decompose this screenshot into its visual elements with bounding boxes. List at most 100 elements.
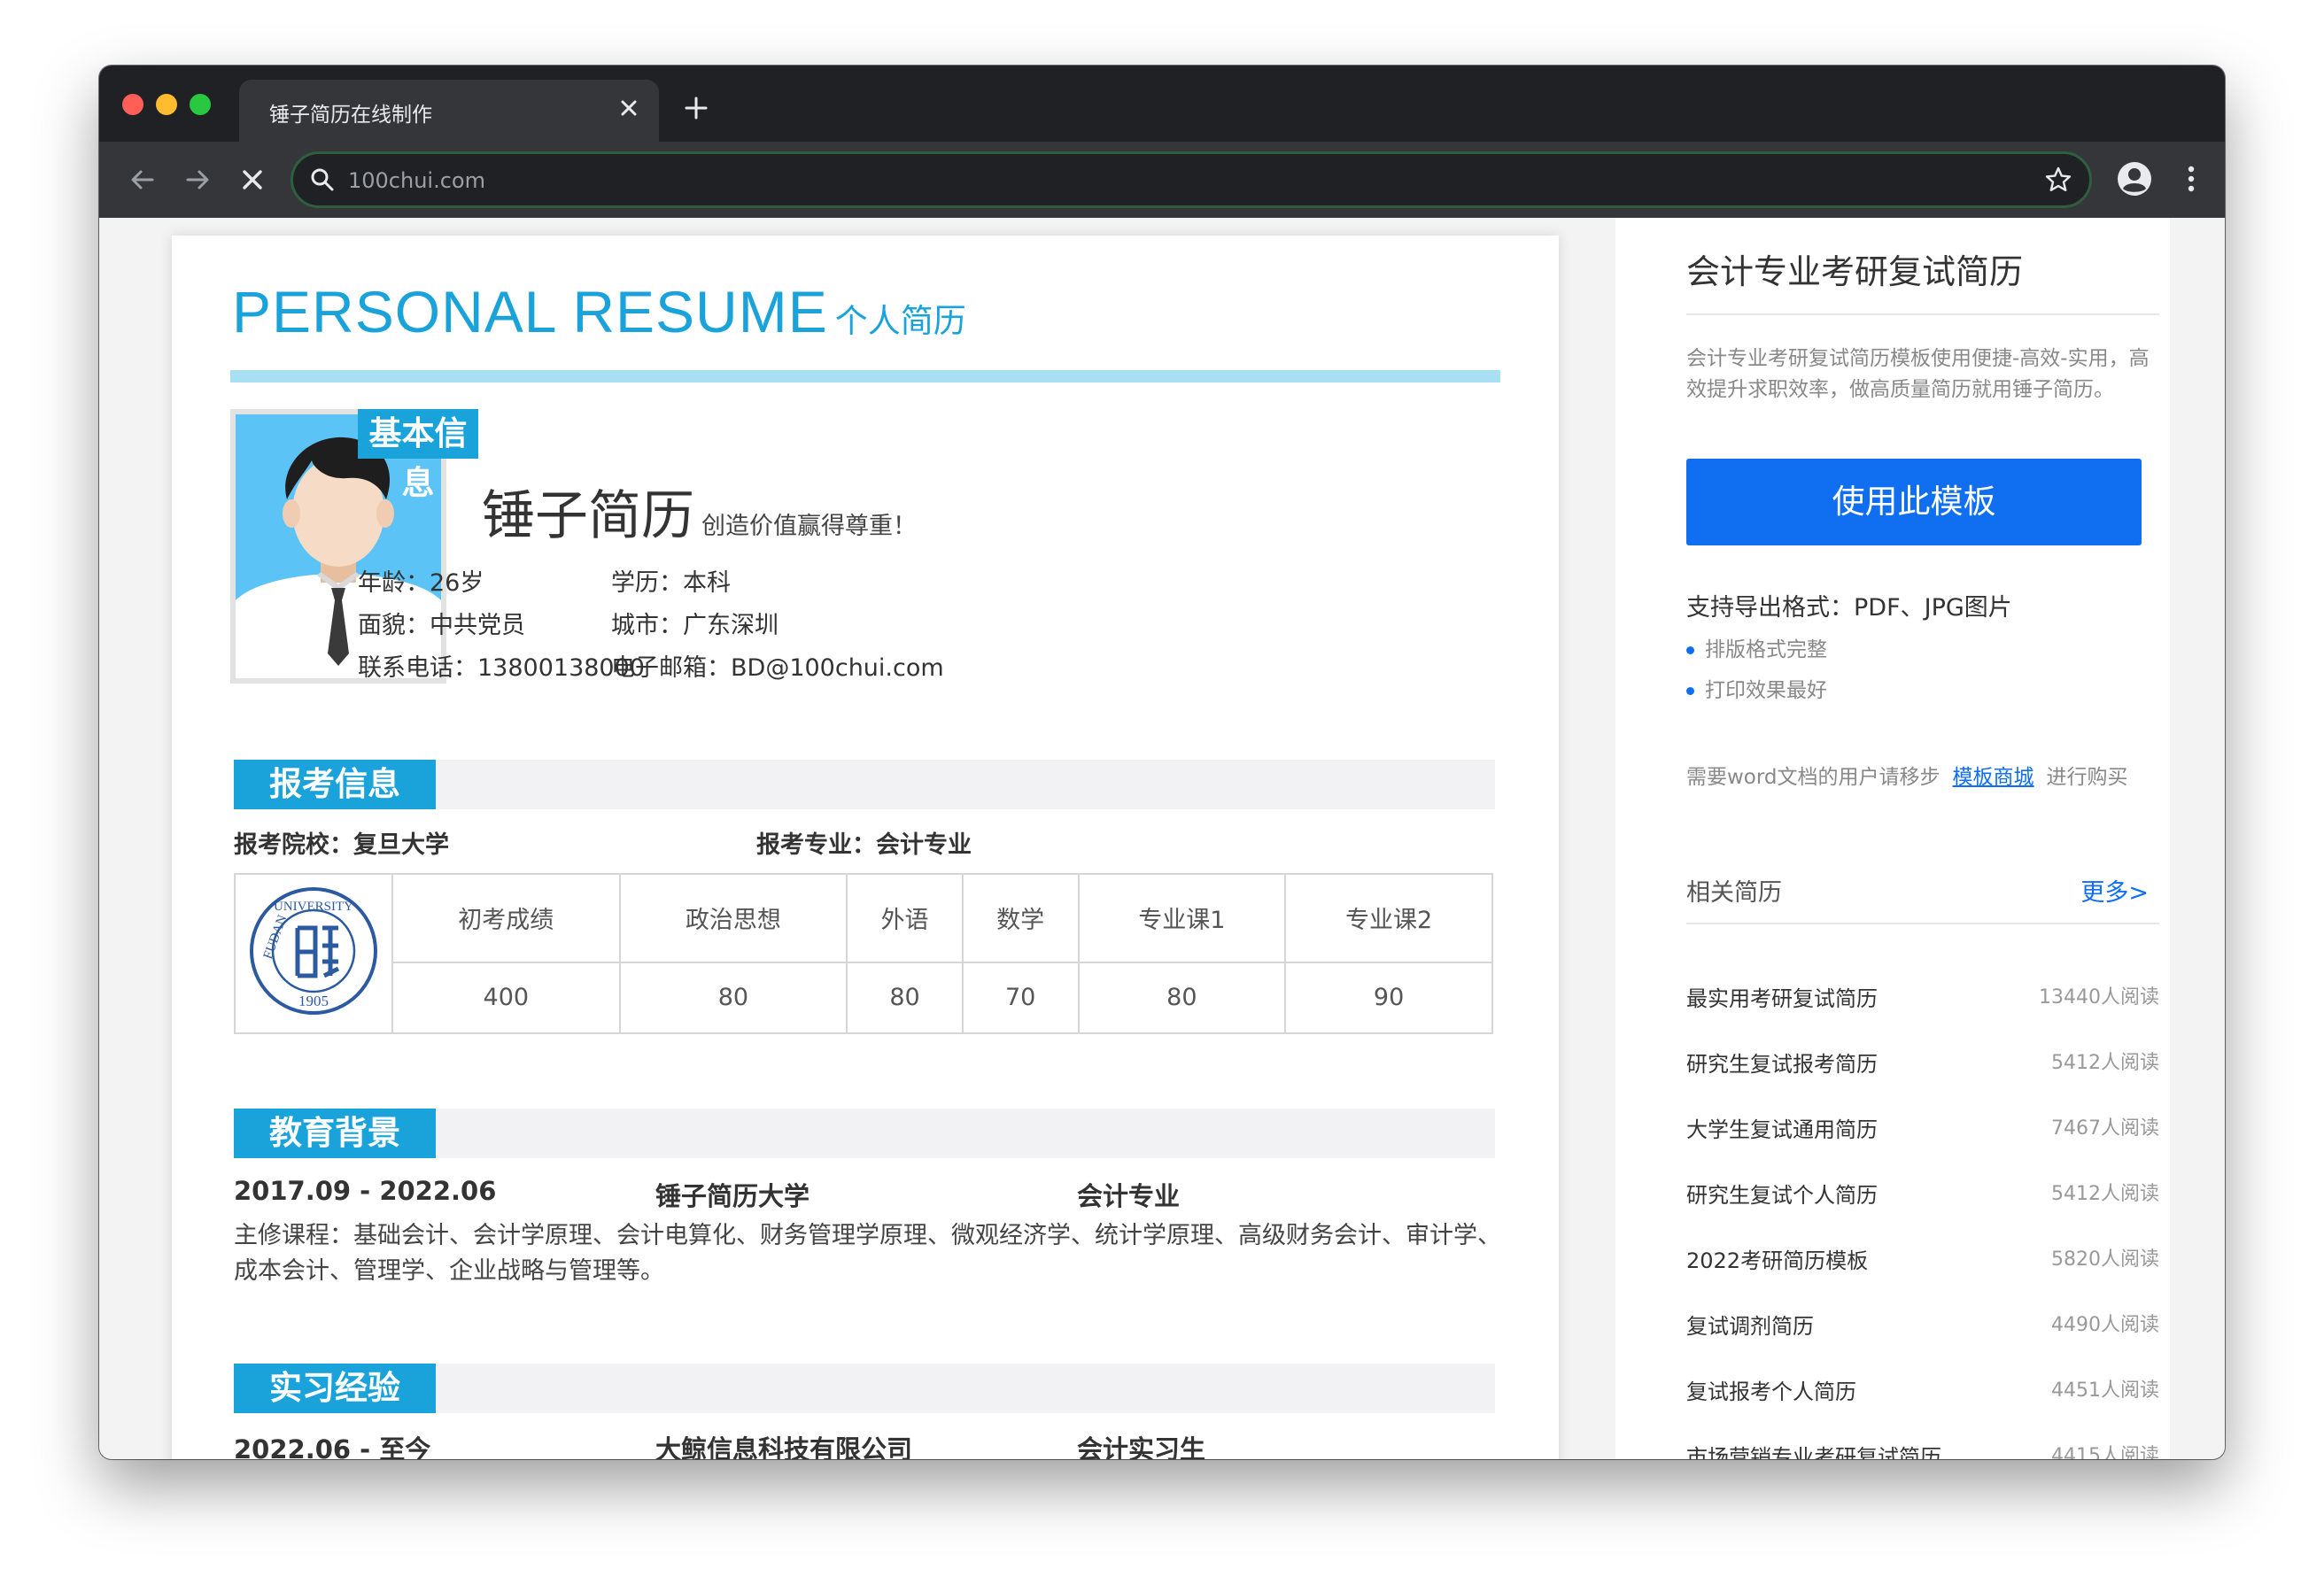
tab-bar: 锤子简历在线制作 [99, 66, 2225, 142]
score-header-cell: 初考成绩 [391, 873, 621, 963]
stop-loading-icon[interactable] [234, 161, 271, 198]
related-item[interactable]: 2022考研简历模板 5820人阅读 [1686, 1243, 2159, 1279]
back-arrow-icon[interactable] [124, 161, 161, 198]
related-item-name[interactable]: 2022考研简历模板 [1686, 1243, 1868, 1274]
apply-heading: 报考信息 [234, 760, 436, 809]
info-city: 城市：广东深圳 [611, 612, 779, 639]
related-item[interactable]: 研究生复试报考简历 5412人阅读 [1686, 1047, 2159, 1082]
apply-major: 报考专业：会计专业 [756, 831, 972, 859]
related-item-count: 5412人阅读 [2051, 1052, 2159, 1074]
candidate-name: 锤子简历 创造价值赢得尊重！ [482, 473, 917, 550]
browser-tab[interactable]: 锤子简历在线制作 [239, 80, 659, 142]
related-item-name[interactable]: 研究生复试个人简历 [1686, 1178, 1878, 1209]
more-link[interactable]: 更多> [2080, 873, 2149, 908]
word-notice-suffix: 进行购买 [2046, 766, 2128, 789]
new-tab-icon[interactable] [680, 92, 712, 124]
close-window-button[interactable] [122, 94, 143, 115]
intern-period: 2022.06 - 至今 [234, 1434, 431, 1459]
related-item[interactable]: 复试报考个人简历 4451人阅读 [1686, 1374, 2159, 1410]
basic-info-heading: 基本信息 [358, 409, 478, 502]
export-formats: 支持导出格式：PDF、JPG图片 [1686, 594, 2012, 622]
close-tab-icon[interactable] [613, 92, 645, 124]
intern-heading: 实习经验 [234, 1364, 436, 1413]
related-item-count: 5820人阅读 [2051, 1248, 2159, 1271]
template-store-link[interactable]: 模板商城 [1953, 766, 2034, 789]
svg-text:FUDAN: FUDAN [261, 913, 290, 961]
resume-title-zh: 个人简历 [834, 302, 966, 340]
template-sidebar: 会计专业考研复试简历 会计专业考研复试简历模板使用便捷-高效-实用，高效提升求职… [1615, 218, 2170, 1459]
word-notice-prefix: 需要word文档的用户请移步 [1686, 766, 1941, 789]
related-divider [1686, 923, 2159, 924]
info-politics: 面貌：中共党员 [358, 612, 525, 639]
url-text[interactable]: 100chui.com [348, 168, 485, 193]
related-item[interactable]: 最实用考研复试简历 13440人阅读 [1686, 981, 2159, 1016]
forward-arrow-icon[interactable] [179, 161, 216, 198]
related-item[interactable]: 复试调剂简历 4490人阅读 [1686, 1309, 2159, 1344]
related-item-name[interactable]: 研究生复试报考简历 [1686, 1047, 1878, 1078]
score-header-cell: 外语 [846, 873, 964, 963]
browser-toolbar: 100chui.com [99, 142, 2225, 218]
template-description: 会计专业考研复试简历模板使用便捷-高效-实用，高效提升求职效率，做高质量简历就用… [1686, 347, 2150, 401]
address-bar[interactable]: 100chui.com [290, 151, 2092, 208]
feature-bullet: 排版格式完整 [1686, 632, 1827, 662]
score-value-cell: 80 [846, 961, 964, 1035]
related-item-name[interactable]: 大学生复试通用简历 [1686, 1112, 1878, 1143]
related-item-name[interactable]: 复试调剂简历 [1686, 1309, 1814, 1340]
related-item[interactable]: 市场营销专业考研复试简历 4415人阅读 [1686, 1440, 2159, 1459]
candidate-name-text: 锤子简历 [482, 485, 694, 547]
bullet-dot-icon [1686, 687, 1694, 695]
info-education: 学历：本科 [611, 569, 731, 597]
resume-title-en: PERSONAL RESUME [232, 279, 828, 344]
related-item-name[interactable]: 最实用考研复试简历 [1686, 981, 1878, 1012]
feature-bullet-text: 排版格式完整 [1705, 638, 1827, 661]
svg-text:1905: 1905 [298, 993, 329, 1009]
use-template-button[interactable]: 使用此模板 [1686, 459, 2142, 545]
related-item-name[interactable]: 复试报考个人简历 [1686, 1374, 1856, 1405]
university-logo-cell: UNIVERSITY FUDAN 1905 [234, 873, 393, 1034]
score-value-cell: 400 [391, 961, 621, 1035]
intern-company: 大鲸信息科技有限公司 [655, 1434, 913, 1459]
score-value-cell: 80 [618, 961, 848, 1035]
related-item-count: 4415人阅读 [2051, 1445, 2159, 1459]
intern-role: 会计实习生 [1077, 1434, 1206, 1459]
score-header-cell: 专业课1 [1077, 873, 1287, 963]
score-header-cell: 数学 [961, 873, 1080, 963]
info-email: 电子邮箱：BD@100chui.com [611, 654, 944, 682]
bookmark-star-icon[interactable] [2043, 165, 2073, 195]
score-header-cell: 专业课2 [1284, 873, 1493, 963]
profile-avatar-icon[interactable] [2115, 159, 2154, 198]
score-value-cell: 70 [961, 961, 1080, 1035]
edu-school: 锤子简历大学 [655, 1181, 810, 1211]
title-underline [230, 370, 1500, 383]
score-header-cell: 政治思想 [618, 873, 848, 963]
related-item-count: 5412人阅读 [2051, 1183, 2159, 1205]
resume-preview: PERSONAL RESUME 个人简历 基本信息 锤子简历 创造价值赢得尊重！… [172, 236, 1559, 1459]
edu-major: 会计专业 [1077, 1181, 1181, 1211]
related-heading: 相关简历 [1686, 879, 1782, 907]
related-item[interactable]: 研究生复试个人简历 5412人阅读 [1686, 1178, 2159, 1213]
feature-bullet: 打印效果最好 [1686, 673, 1827, 703]
related-item-count: 13440人阅读 [2039, 986, 2159, 1009]
related-item-count: 4490人阅读 [2051, 1314, 2159, 1336]
university-seal-icon: UNIVERSITY FUDAN 1905 [250, 886, 377, 1015]
edu-period: 2017.09 - 2022.06 [234, 1176, 497, 1206]
minimize-window-button[interactable] [156, 94, 177, 115]
maximize-window-button[interactable] [190, 94, 211, 115]
related-item[interactable]: 大学生复试通用简历 7467人阅读 [1686, 1112, 2159, 1148]
related-item-count: 4451人阅读 [2051, 1379, 2159, 1402]
resume-title: PERSONAL RESUME 个人简历 [232, 278, 966, 345]
more-menu-icon[interactable] [2172, 159, 2211, 198]
edu-courses: 主修课程：基础会计、会计学原理、会计电算化、财务管理学原理、微观经济学、统计学原… [234, 1222, 1501, 1285]
apply-school: 报考院校：复旦大学 [234, 831, 449, 859]
word-notice: 需要word文档的用户请移步 模板商城 进行购买 [1686, 760, 2128, 790]
related-item-count: 7467人阅读 [2051, 1117, 2159, 1140]
tab-title: 锤子简历在线制作 [269, 104, 432, 127]
page-viewport: PERSONAL RESUME 个人简历 基本信息 锤子简历 创造价值赢得尊重！… [99, 218, 2225, 1459]
score-header-row: UNIVERSITY FUDAN 1905 初考成绩 政治思想 外语 数学 专业课1 专业… [234, 873, 1493, 1034]
related-item-name[interactable]: 市场营销专业考研复试简历 [1686, 1440, 1941, 1459]
score-value-cell: 90 [1284, 961, 1493, 1035]
edu-heading: 教育背景 [234, 1109, 436, 1158]
svg-text:UNIVERSITY: UNIVERSITY [274, 900, 353, 914]
score-table: UNIVERSITY FUDAN 1905 初考成绩 政治思想 外语 数学 专业课1 专业… [234, 873, 1493, 1035]
score-value-row: 400 80 80 70 80 90 [235, 961, 1493, 1035]
